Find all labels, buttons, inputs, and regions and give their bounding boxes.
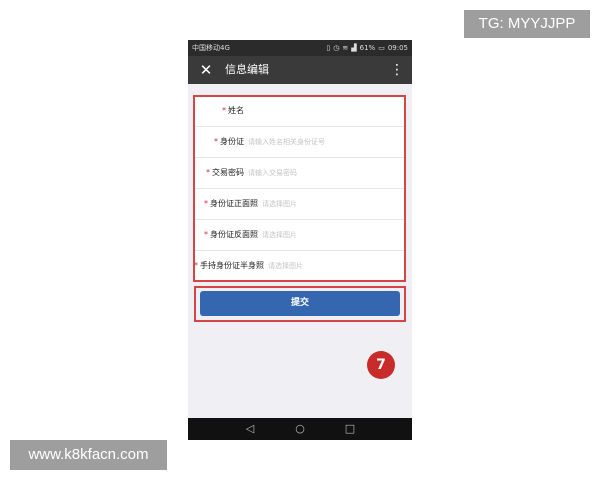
tg-watermark: TG: MYYJJPP xyxy=(464,10,590,38)
phone-screen: 中国移动4G ▯ ◷ ≋ ▟ 61% ▭ 09:05 ✕ 信息编辑 ⋮ * 姓名 … xyxy=(188,40,412,440)
battery-icon: ▭ xyxy=(378,44,385,52)
step-number-badge: 7 xyxy=(367,351,395,379)
clock-time: 09:05 xyxy=(387,44,408,52)
page-title: 信息编辑 xyxy=(225,63,269,76)
form-highlight-frame xyxy=(193,95,406,282)
battery-percent: 61% xyxy=(359,44,376,52)
carrier-label: 中国移动4G xyxy=(192,44,230,52)
recent-apps-icon[interactable]: □ xyxy=(340,418,360,440)
app-bar: ✕ 信息编辑 ⋮ xyxy=(188,56,412,84)
back-icon[interactable]: ◁ xyxy=(240,418,260,440)
vibrate-icon: ▯ xyxy=(326,44,331,52)
system-nav-bar: ◁ ○ □ xyxy=(188,418,412,440)
status-icons: ▯ ◷ ≋ ▟ 61% ▭ 09:05 xyxy=(326,40,408,56)
alarm-icon: ◷ xyxy=(333,44,340,52)
home-icon[interactable]: ○ xyxy=(290,418,310,440)
submit-highlight-frame xyxy=(194,286,406,322)
site-watermark: www.k8kfacn.com xyxy=(10,440,167,470)
wifi-icon: ≋ xyxy=(342,44,349,52)
close-icon[interactable]: ✕ xyxy=(196,60,216,80)
more-options-icon[interactable]: ⋮ xyxy=(390,60,404,80)
signal-icon: ▟ xyxy=(351,44,357,52)
status-bar: 中国移动4G ▯ ◷ ≋ ▟ 61% ▭ 09:05 xyxy=(188,40,412,56)
